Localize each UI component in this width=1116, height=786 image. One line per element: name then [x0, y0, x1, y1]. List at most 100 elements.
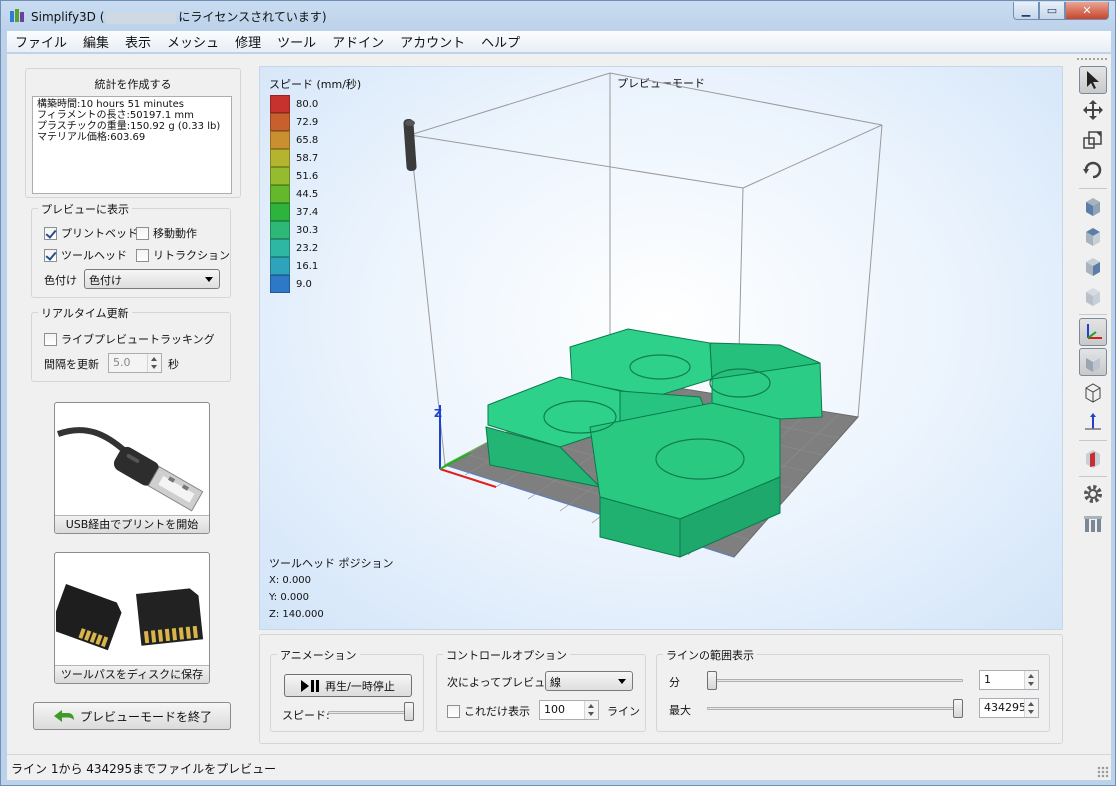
- sd-card-image: [55, 554, 208, 665]
- menu-edit[interactable]: 編集: [75, 32, 117, 51]
- preview-3d-viewport[interactable]: プレビューモード スピード (mm/秒) 80.0 72.9 65.8 58.7 51.…: [259, 66, 1063, 630]
- view-front-button[interactable]: [1079, 192, 1107, 220]
- animation-speed-track[interactable]: [328, 711, 414, 714]
- usb-print-button[interactable]: USB経由でプリントを開始: [54, 402, 210, 534]
- cube-right-icon: [1086, 288, 1100, 306]
- menu-addins[interactable]: アドイン: [324, 32, 392, 51]
- z-axis-label: Z: [434, 407, 442, 420]
- toolbar-grip[interactable]: [1077, 58, 1107, 61]
- tool-head-label: ツールヘッド: [61, 249, 127, 262]
- cube-front-icon: [1086, 198, 1100, 216]
- menu-account[interactable]: アカウント: [392, 32, 473, 51]
- preview-by-select[interactable]: 線: [545, 671, 633, 691]
- animation-speed-label: スピード:: [282, 709, 330, 722]
- realtime-update-group: リアルタイム更新 ライブプレビュートラッキング 間隔を更新 5.0 秒: [31, 305, 231, 382]
- print-bed-label: プリントベッド: [61, 227, 138, 240]
- tool-head: [403, 118, 417, 172]
- toolbar-separator: [1079, 476, 1107, 477]
- solid-view-button[interactable]: [1079, 348, 1107, 376]
- normals-view-button[interactable]: [1079, 408, 1107, 436]
- tool-position-header: ツールヘッド ポジション: [269, 557, 394, 570]
- stat-material-cost: マテリアル価格:603.69: [37, 132, 146, 143]
- menu-tools[interactable]: ツール: [269, 32, 324, 51]
- spin-arrows-icon[interactable]: [1024, 699, 1038, 717]
- stat-filament-length: フィラメントの長さ:50197.1 mm: [37, 110, 194, 121]
- range-max-spinbox[interactable]: 434295: [979, 698, 1039, 718]
- select-tool-button[interactable]: [1079, 66, 1107, 94]
- control-options-group: コントロールオプション 次によってプレビュー 線 これだけ表示 100 ライン: [436, 647, 646, 732]
- toolbar-separator: [1079, 188, 1107, 189]
- scale-tool-button[interactable]: [1079, 126, 1107, 154]
- play-pause-button[interactable]: 再生/一時停止: [284, 674, 412, 697]
- range-min-value: 1: [984, 673, 991, 686]
- retraction-checkbox[interactable]: リトラクション: [136, 247, 230, 263]
- toolpath-model: [485, 328, 823, 558]
- spin-arrows-icon[interactable]: [147, 354, 161, 372]
- spin-arrows-icon[interactable]: [1024, 671, 1038, 689]
- statistics-textbox[interactable]: 構築時間:10 hours 51 minutes フィラメントの長さ:50197…: [32, 96, 232, 194]
- checkbox-box: [44, 332, 57, 346]
- view-right-button[interactable]: [1079, 282, 1107, 310]
- update-interval-label: 間隔を更新: [44, 358, 99, 371]
- tool-position-y: Y: 0.000: [269, 592, 309, 603]
- print-bed-checkbox[interactable]: プリントベッド: [44, 225, 138, 241]
- minimize-icon: ▁: [1021, 4, 1031, 17]
- settings-button[interactable]: [1079, 480, 1107, 508]
- maximize-button[interactable]: ▭: [1039, 2, 1065, 20]
- cube-solid-icon: [1086, 354, 1100, 372]
- chevron-down-icon: [205, 277, 213, 282]
- control-options-label: コントロールオプション: [443, 647, 570, 663]
- rotate-tool-button[interactable]: [1079, 156, 1107, 184]
- show-only-label: これだけ表示: [464, 705, 530, 718]
- move-tool-button[interactable]: [1079, 96, 1107, 124]
- menu-help[interactable]: ヘルプ: [473, 32, 528, 51]
- show-only-spinbox[interactable]: 100: [539, 700, 599, 720]
- window-title: Simplify3D (にライセンスされています): [31, 10, 327, 24]
- update-interval-spinbox[interactable]: 5.0: [108, 353, 162, 373]
- back-arrow-icon: [53, 710, 74, 722]
- animation-label: アニメーション: [277, 647, 360, 663]
- minimize-button[interactable]: ▁: [1013, 2, 1039, 20]
- menu-file[interactable]: ファイル: [7, 32, 75, 51]
- client-area: 統計を作成する 構築時間:10 hours 51 minutes フィラメントの…: [7, 54, 1111, 780]
- menu-view[interactable]: 表示: [117, 32, 159, 51]
- supports-button[interactable]: [1079, 510, 1107, 538]
- close-button[interactable]: ✕: [1065, 2, 1109, 20]
- show-only-checkbox[interactable]: これだけ表示: [447, 703, 530, 719]
- cross-section-icon: [1086, 450, 1100, 468]
- menu-repair[interactable]: 修理: [227, 32, 269, 51]
- live-tracking-checkbox[interactable]: ライブプレビュートラッキング: [44, 331, 215, 347]
- save-toolpath-button[interactable]: ツールパスをディスクに保存: [54, 552, 210, 684]
- menu-mesh[interactable]: メッシュ: [159, 32, 227, 51]
- cross-section-button[interactable]: [1079, 444, 1107, 472]
- cursor-arrow-icon: [1087, 71, 1099, 89]
- move-arrows-icon: [1083, 100, 1103, 120]
- range-min-track[interactable]: [707, 679, 963, 682]
- save-toolpath-label: ツールパスをディスクに保存: [55, 665, 209, 683]
- show-axes-button[interactable]: [1079, 318, 1107, 346]
- stat-build-time: 構築時間:10 hours 51 minutes: [37, 99, 184, 110]
- usb-cable-image: [56, 404, 208, 515]
- range-min-thumb[interactable]: [707, 671, 717, 690]
- animation-speed-thumb[interactable]: [404, 702, 414, 721]
- exit-preview-button[interactable]: プレビューモードを終了: [33, 702, 231, 730]
- view-top-button[interactable]: [1079, 222, 1107, 250]
- scale-icon: [1083, 131, 1102, 149]
- range-max-track[interactable]: [707, 707, 963, 710]
- line-range-group: ラインの範囲表示 分 1 最大 434295: [656, 647, 1050, 732]
- play-pause-icon: [301, 679, 320, 692]
- view-left-button[interactable]: [1079, 252, 1107, 280]
- travel-moves-checkbox[interactable]: 移動動作: [136, 225, 197, 241]
- range-max-thumb[interactable]: [953, 699, 963, 718]
- tool-head-checkbox[interactable]: ツールヘッド: [44, 247, 127, 263]
- normals-icon: [1085, 413, 1101, 430]
- checkbox-box: [136, 248, 149, 262]
- spin-arrows-icon[interactable]: [584, 701, 598, 719]
- tool-position-z: Z: 140.000: [269, 609, 324, 620]
- wireframe-view-button[interactable]: [1079, 378, 1107, 406]
- cube-left-icon: [1086, 258, 1100, 276]
- checkbox-box: [136, 226, 149, 240]
- range-min-spinbox[interactable]: 1: [979, 670, 1039, 690]
- resize-grip-icon[interactable]: [1097, 766, 1109, 778]
- coloring-select[interactable]: 色付け: [84, 269, 220, 289]
